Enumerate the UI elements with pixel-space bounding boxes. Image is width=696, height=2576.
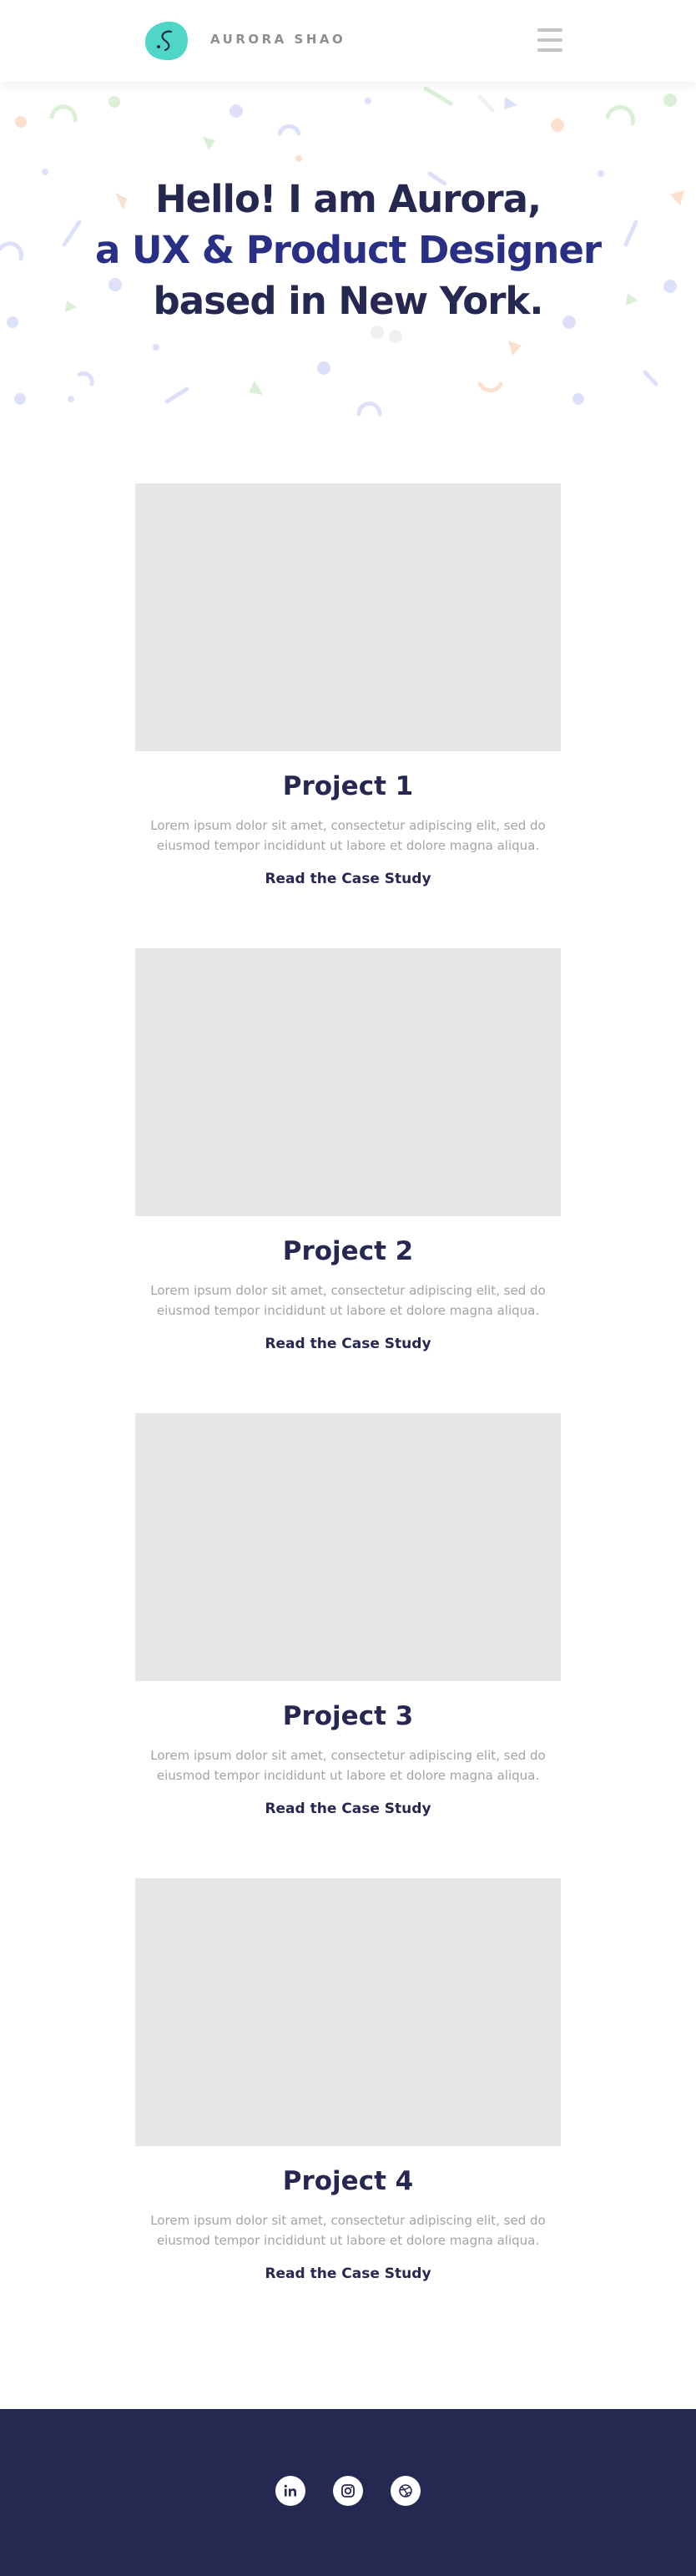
project-thumbnail[interactable]: [135, 948, 561, 1216]
project-description: Lorem ipsum dolor sit amet, consectetur …: [150, 1748, 546, 1783]
social-links: [0, 2476, 696, 2506]
hamburger-menu-icon[interactable]: [537, 28, 562, 52]
read-case-study-link[interactable]: Read the Case Study: [265, 871, 431, 887]
dribbble-icon[interactable]: [391, 2476, 421, 2506]
read-case-study-link[interactable]: Read the Case Study: [265, 1336, 431, 1352]
linkedin-icon[interactable]: [275, 2476, 305, 2506]
read-case-study-link[interactable]: Read the Case Study: [265, 2265, 431, 2282]
project-title: Project 2: [282, 1236, 414, 1266]
aurora-logo-icon[interactable]: [144, 20, 189, 62]
instagram-icon[interactable]: [333, 2476, 363, 2506]
project-title: Project 3: [282, 1701, 414, 1731]
hero-line-2: a UX & Product Designer: [94, 228, 602, 272]
hero-section: Hello! I am Aurora, a UX & Product Desig…: [0, 82, 696, 432]
project-description: Lorem ipsum dolor sit amet, consectetur …: [150, 818, 546, 853]
hero-line-1: Hello! I am Aurora,: [154, 177, 542, 221]
project-description: Lorem ipsum dolor sit amet, consectetur …: [150, 1283, 546, 1318]
project-title: Project 1: [282, 771, 414, 801]
project-description: Lorem ipsum dolor sit amet, consectetur …: [150, 2213, 546, 2248]
project-thumbnail[interactable]: [135, 1413, 561, 1681]
read-case-study-link[interactable]: Read the Case Study: [265, 1801, 431, 1817]
site-header: AURORA SHAO: [0, 0, 696, 82]
hero-line-3: based in New York.: [153, 279, 544, 323]
site-footer: [0, 2409, 696, 2576]
hero-headline: Hello! I am Aurora, a UX & Product Desig…: [0, 174, 696, 326]
project-thumbnail[interactable]: [135, 1878, 561, 2146]
project-title: Project 4: [282, 2166, 414, 2196]
project-thumbnail[interactable]: [135, 483, 561, 751]
brand-name[interactable]: AURORA SHAO: [210, 32, 345, 47]
